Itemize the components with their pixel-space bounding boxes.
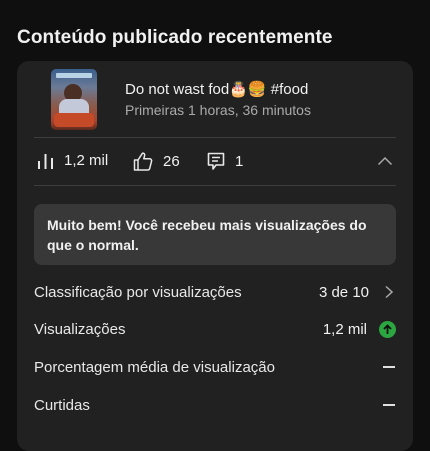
views-stat: 1,2 mil bbox=[37, 152, 108, 169]
likes-count: 26 bbox=[163, 153, 180, 170]
performance-banner: Muito bem! Você recebeu mais visualizaçõ… bbox=[34, 204, 396, 265]
empty-value-dash bbox=[383, 404, 395, 406]
metric-row-likes: Curtidas bbox=[34, 387, 396, 423]
comments-stat: 1 bbox=[207, 152, 243, 171]
metric-label: Visualizações bbox=[34, 320, 126, 338]
chevron-up-icon[interactable] bbox=[377, 154, 393, 168]
metric-row-views: Visualizações 1,2 mil bbox=[34, 311, 396, 347]
section-title: Conteúdo publicado recentemente bbox=[17, 27, 333, 48]
metric-label: Classificação por visualizações bbox=[34, 283, 242, 301]
metric-value: 3 de 10 bbox=[318, 283, 369, 301]
trend-up-icon bbox=[379, 320, 396, 338]
video-row[interactable]: Do not wast fod🎂🍔 #food Primeiras 1 hora… bbox=[17, 61, 413, 137]
metric-label: Porcentagem média de visualização bbox=[34, 358, 275, 376]
video-title[interactable]: Do not wast fod🎂🍔 #food bbox=[125, 80, 308, 98]
bar-chart-icon bbox=[38, 154, 53, 169]
thumbnail-caption bbox=[56, 73, 92, 78]
likes-stat: 26 bbox=[133, 152, 180, 171]
recent-content-card: Do not wast fod🎂🍔 #food Primeiras 1 hora… bbox=[17, 61, 413, 451]
stats-row: 1,2 mil 26 1 bbox=[17, 138, 413, 186]
divider bbox=[34, 185, 396, 186]
metric-row-avg-view-percent: Porcentagem média de visualização bbox=[34, 349, 396, 385]
thumbnail-food bbox=[54, 113, 94, 127]
chevron-right-icon bbox=[385, 285, 394, 299]
metric-value: 1,2 mil bbox=[322, 320, 367, 338]
thumbs-up-icon bbox=[133, 152, 153, 171]
banner-message: Muito bem! Você recebeu mais visualizaçõ… bbox=[47, 217, 367, 253]
metric-row-ranking[interactable]: Classificação por visualizações 3 de 10 bbox=[34, 274, 396, 310]
comment-icon bbox=[207, 152, 225, 170]
video-thumbnail[interactable] bbox=[51, 69, 97, 130]
comments-count: 1 bbox=[235, 153, 244, 170]
empty-value-dash bbox=[383, 366, 395, 368]
video-subtitle: Primeiras 1 horas, 36 minutos bbox=[125, 102, 311, 118]
metric-label: Curtidas bbox=[34, 396, 90, 414]
views-count: 1,2 mil bbox=[64, 152, 109, 169]
